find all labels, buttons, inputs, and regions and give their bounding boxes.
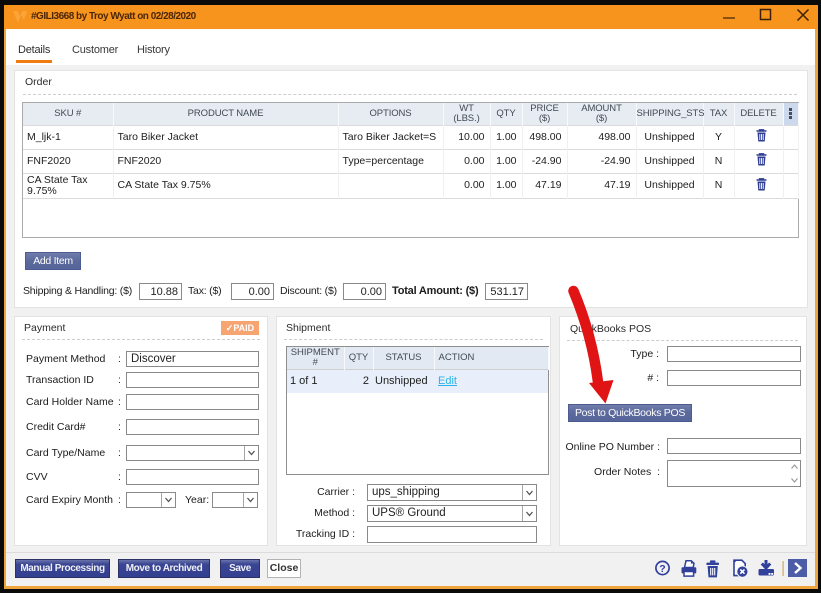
- svg-text:?: ?: [659, 563, 665, 575]
